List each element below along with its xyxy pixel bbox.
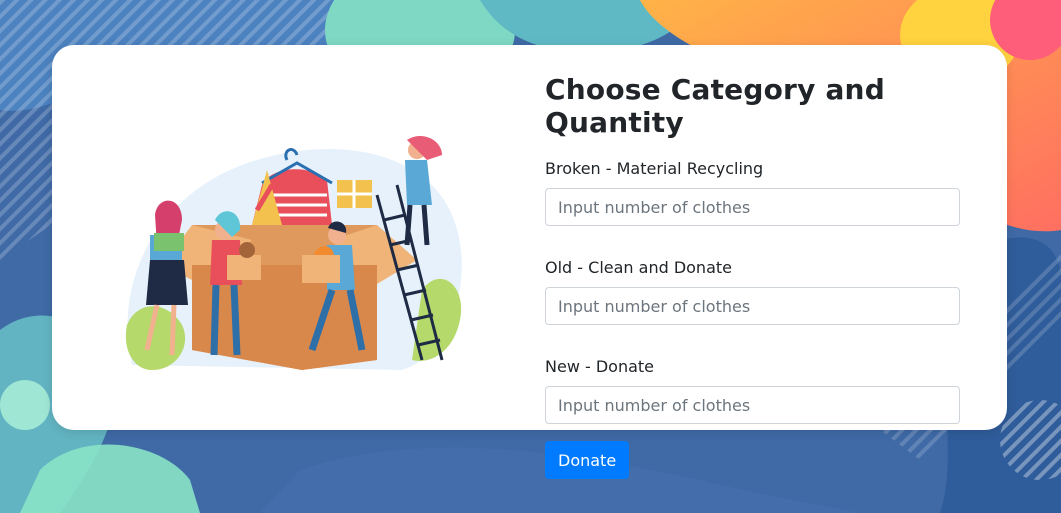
category-form: Choose Category and Quantity Broken - Ma… [545,73,960,479]
broken-quantity-input[interactable] [545,188,960,226]
donation-card: Choose Category and Quantity Broken - Ma… [52,45,1007,479]
new-category-label: New - Donate [545,357,655,376]
broken-category-label: Broken - Material Recycling [545,159,764,178]
donate-button[interactable]: Donate [545,441,630,479]
donation-boxes-illustration [125,135,462,370]
old-quantity-input[interactable] [545,287,960,325]
new-quantity-input[interactable] [545,386,960,424]
old-category-label: Old - Clean and Donate [545,258,732,277]
form-title: Choose Category and Quantity [545,73,885,139]
